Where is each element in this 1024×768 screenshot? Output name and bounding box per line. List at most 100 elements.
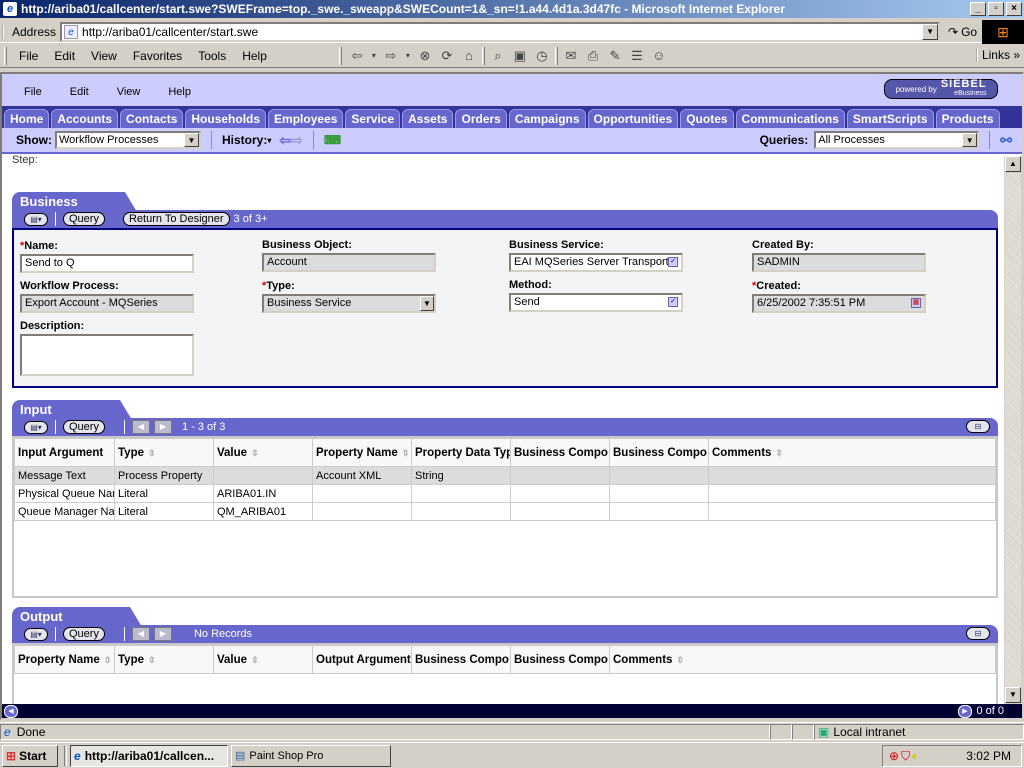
address-input[interactable]: e http://ariba01/callcenter/start.swe ▼ <box>60 21 941 42</box>
tab-quotes[interactable]: Quotes <box>680 109 734 128</box>
applet-menu-button[interactable]: ▤▾ <box>24 420 48 434</box>
tab-campaigns[interactable]: Campaigns <box>508 109 586 128</box>
siebel-menu-file[interactable]: File <box>24 86 42 98</box>
tab-assets[interactable]: Assets <box>402 109 454 128</box>
table-cell[interactable] <box>609 466 709 485</box>
created-field[interactable]: 6/25/2002 7:35:51 PM ▦ <box>752 294 926 313</box>
history-back-icon[interactable]: ⇦ <box>279 132 291 149</box>
menu-tools[interactable]: Tools <box>190 49 234 63</box>
show-select[interactable]: Workflow Processes ▼ <box>55 131 201 149</box>
tab-accounts[interactable]: Accounts <box>51 109 119 128</box>
history-icon[interactable]: ◷ <box>533 47 551 65</box>
edit-icon[interactable]: ✎ <box>606 47 624 65</box>
menu-favorites[interactable]: Favorites <box>125 49 190 63</box>
column-header[interactable]: Property Name ⇳ <box>14 645 115 674</box>
table-cell[interactable]: Physical Queue Nam <box>14 484 115 503</box>
table-cell[interactable] <box>708 502 996 521</box>
prev-record-button[interactable]: ◀ <box>131 420 150 434</box>
table-cell[interactable] <box>510 466 610 485</box>
close-button[interactable]: × <box>1006 2 1022 16</box>
siebel-menu-view[interactable]: View <box>117 86 141 98</box>
siebel-menu-edit[interactable]: Edit <box>70 86 89 98</box>
sort-icon[interactable]: ⇳ <box>251 448 259 458</box>
column-header[interactable]: Type ⇳ <box>114 645 214 674</box>
pick-list-icon[interactable]: ✓ <box>668 257 678 267</box>
history-label[interactable]: History: <box>222 133 267 147</box>
table-cell[interactable]: QM_ARIBA01 <box>213 502 313 521</box>
history-dropdown-icon[interactable]: ▾ <box>267 136 271 145</box>
discuss-icon[interactable]: ☰ <box>628 47 646 65</box>
antivirus-icon[interactable]: ⛉ <box>901 749 910 764</box>
home-icon[interactable]: ⌂ <box>460 47 478 65</box>
table-cell[interactable] <box>510 502 610 521</box>
table-cell[interactable] <box>510 484 610 503</box>
input-query-button[interactable]: Query <box>63 420 105 434</box>
stop-icon[interactable]: ⊗ <box>416 47 434 65</box>
tab-households[interactable]: Households <box>185 109 267 128</box>
table-cell[interactable]: String <box>411 466 511 485</box>
table-row[interactable]: Queue Manager Nar Literal QM_ARIBA01 <box>14 502 996 521</box>
scroll-down-button[interactable]: ▼ <box>1005 687 1021 703</box>
table-cell[interactable]: Account XML <box>312 466 412 485</box>
prev-record-button[interactable]: ◀ <box>131 627 150 641</box>
applet-menu-button[interactable]: ▤▾ <box>24 212 48 226</box>
column-header[interactable]: Input Argument <box>14 438 115 467</box>
column-header[interactable]: Business Compo <box>510 438 610 467</box>
sort-icon[interactable]: ⇳ <box>251 655 259 665</box>
tab-home[interactable]: Home <box>4 109 50 128</box>
volume-icon[interactable]: 🔈︎ <box>912 749 919 764</box>
return-to-designer-button[interactable]: Return To Designer <box>122 212 230 226</box>
taskbar-item-paint-shop-pro[interactable]: ▤ Paint Shop Pro <box>231 744 391 767</box>
favorites-icon[interactable]: ▣ <box>511 47 529 65</box>
minimize-button[interactable]: _ <box>970 2 986 16</box>
scroll-up-button[interactable]: ▲ <box>1005 156 1021 172</box>
mail-icon[interactable]: ✉ <box>562 47 580 65</box>
tab-employees[interactable]: Employees <box>268 109 344 128</box>
column-header[interactable]: Property Name ⇳ <box>312 438 412 467</box>
tab-communications[interactable]: Communications <box>735 109 845 128</box>
address-dropdown-button[interactable]: ▼ <box>922 23 939 40</box>
type-dropdown-button[interactable]: ▼ <box>420 296 434 311</box>
table-cell[interactable]: Queue Manager Nar <box>14 502 115 521</box>
table-cell[interactable]: Literal <box>114 502 214 521</box>
table-cell[interactable] <box>312 502 412 521</box>
maximize-button[interactable]: ▫ <box>988 2 1004 16</box>
column-header[interactable]: Value ⇳ <box>213 438 313 467</box>
tab-opportunities[interactable]: Opportunities <box>587 109 679 128</box>
menu-view[interactable]: View <box>83 49 125 63</box>
business-service-input[interactable]: EAI MQSeries Server Transport ✓ <box>509 253 683 272</box>
tab-contacts[interactable]: Contacts <box>120 109 184 128</box>
method-input[interactable]: Send ✓ <box>509 293 683 312</box>
column-header[interactable]: Output Argument <box>312 645 412 674</box>
back-dropdown-icon[interactable]: ▾ <box>370 47 378 65</box>
links-button[interactable]: Links » <box>975 48 1020 62</box>
table-cell[interactable]: Process Property <box>114 466 214 485</box>
sort-icon[interactable]: ⇳ <box>104 655 112 665</box>
menu-help[interactable]: Help <box>234 49 275 63</box>
name-input[interactable]: Send to Q <box>20 254 194 273</box>
menu-edit[interactable]: Edit <box>46 49 83 63</box>
queries-select[interactable]: All Processes ▼ <box>814 131 980 149</box>
table-cell[interactable]: Literal <box>114 484 214 503</box>
binoculars-icon[interactable]: ⚯ <box>1000 132 1012 149</box>
vertical-scrollbar[interactable]: ▲ ▼ <box>1004 156 1022 704</box>
siebel-menu-help[interactable]: Help <box>168 86 191 98</box>
column-header[interactable]: Business Compo <box>609 438 709 467</box>
applet-menu-button[interactable]: ▤▾ <box>24 627 48 641</box>
menu-file[interactable]: File <box>11 49 46 63</box>
pick-list-icon[interactable]: ✓ <box>668 297 678 307</box>
sort-icon[interactable]: ⇳ <box>775 448 783 458</box>
search-tray-icon[interactable]: ⊕ <box>889 749 899 763</box>
taskbar-item-ie[interactable]: e http://ariba01/callcen... <box>70 744 228 767</box>
forward-dropdown-icon[interactable]: ▾ <box>404 47 412 65</box>
go-button[interactable]: ↷ Go <box>948 25 977 39</box>
query-button[interactable]: Query <box>63 212 105 226</box>
forward-icon[interactable]: ⇨ <box>382 47 400 65</box>
table-cell[interactable] <box>411 484 511 503</box>
table-cell[interactable]: Message Text <box>14 466 115 485</box>
calendar-icon[interactable]: ▦ <box>911 298 921 308</box>
record-prev-button[interactable]: ◀ <box>4 705 18 718</box>
record-next-button[interactable]: ▶ <box>958 705 972 718</box>
expand-applet-button[interactable]: ⊟ <box>966 420 990 433</box>
sort-icon[interactable]: ⇳ <box>148 655 156 665</box>
